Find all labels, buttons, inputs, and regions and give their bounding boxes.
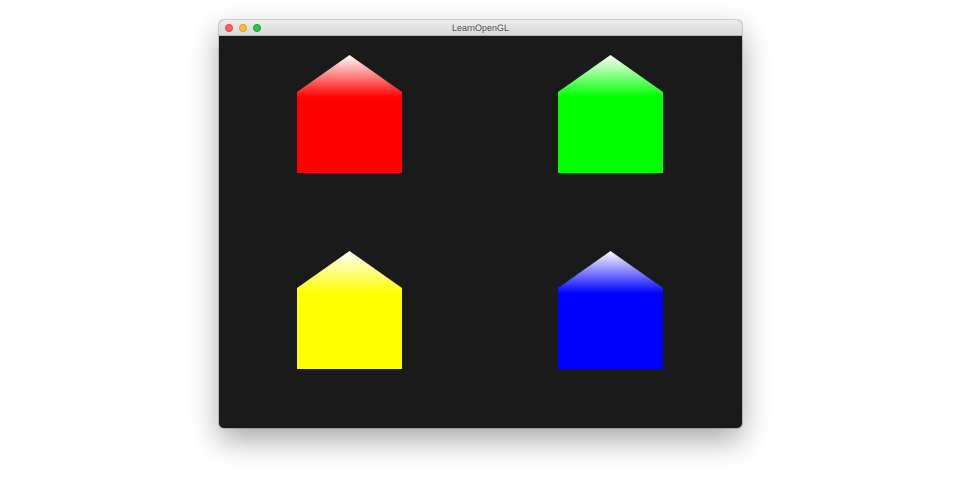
houses-layer: [297, 55, 663, 369]
title-bar[interactable]: LearnOpenGL: [219, 20, 742, 36]
house-shape-green: [558, 55, 663, 173]
scene-canvas: [297, 55, 663, 369]
opengl-viewport: [219, 36, 742, 428]
app-window: LearnOpenGL: [219, 20, 742, 428]
house-shape-blue: [558, 251, 663, 369]
house-shape-red: [297, 55, 402, 173]
window-title: LearnOpenGL: [451, 23, 510, 33]
house-shape-yellow: [297, 251, 402, 369]
